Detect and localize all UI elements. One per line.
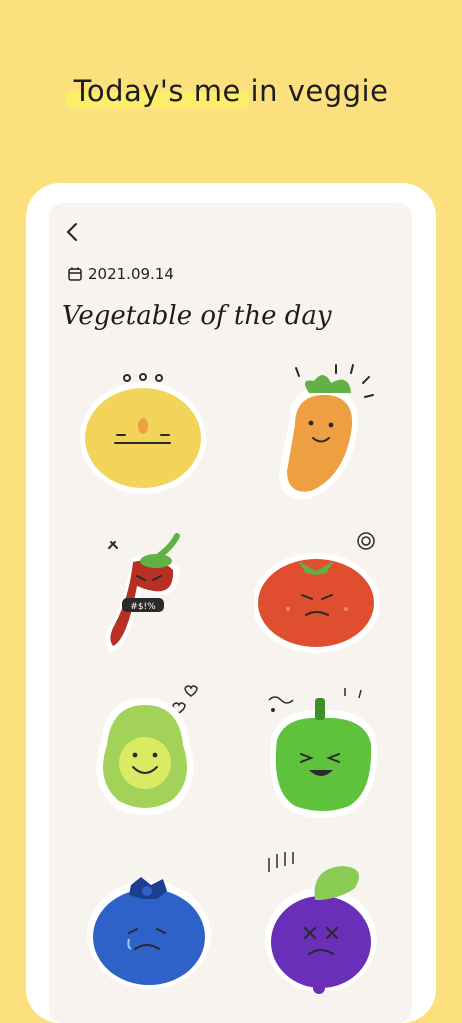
page-title: Vegetable of the day — [62, 301, 332, 331]
potato-sticker[interactable] — [77, 368, 212, 502]
blueberry-sticker[interactable] — [87, 855, 217, 994]
back-arrow-icon[interactable] — [65, 221, 87, 245]
date-row: 2021.09.14 — [68, 265, 174, 283]
bell-pepper-sticker[interactable] — [261, 688, 391, 827]
avocado-sticker[interactable] — [85, 683, 220, 827]
headline: Today's me in veggie — [0, 74, 462, 108]
chili-sticker[interactable]: #$!% — [101, 528, 191, 662]
headline-text: Today's me in veggie — [73, 74, 389, 108]
radish-sticker[interactable] — [261, 848, 381, 1002]
carrot-sticker[interactable] — [269, 363, 389, 507]
date-text: 2021.09.14 — [88, 265, 174, 283]
chili-label: #$!% — [130, 602, 156, 612]
app-screen: 2021.09.14 Vegetable of the day #$!% — [49, 203, 412, 1023]
tomato-sticker[interactable] — [252, 525, 384, 657]
calendar-icon — [68, 267, 82, 281]
